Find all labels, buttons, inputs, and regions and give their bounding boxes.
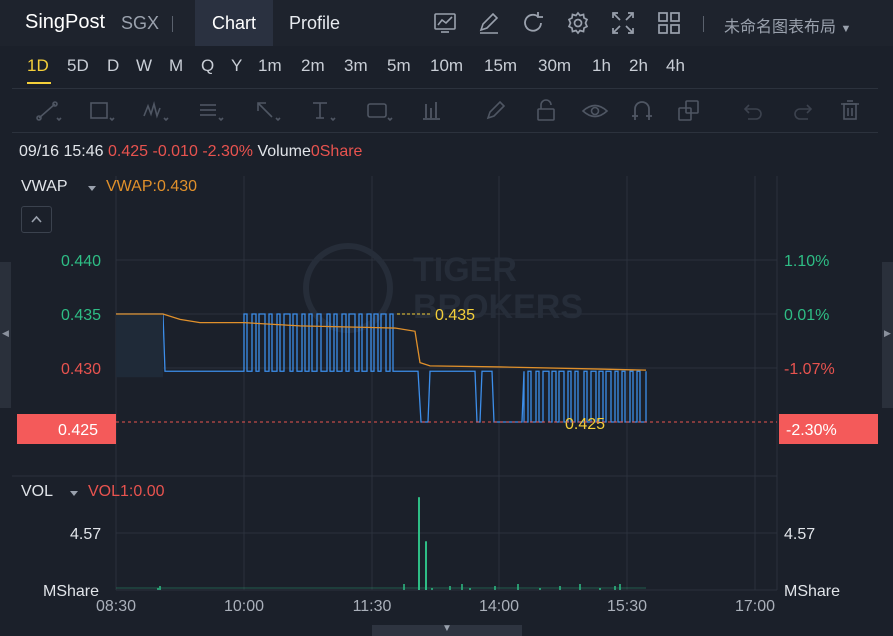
right-panel-handle[interactable]: ▶ [882, 262, 893, 408]
price-chart[interactable]: TIGERBROKERS 0.4350.425 0.4400.4350.4301… [0, 0, 893, 636]
x-tick: 11:30 [353, 598, 392, 615]
y-tick-right: -1.07% [784, 361, 835, 378]
volume-unit-right: MShare [784, 583, 840, 600]
x-tick: 15:30 [607, 598, 647, 615]
x-tick: 14:00 [479, 598, 519, 615]
current-price-label-right: -2.30% [786, 422, 837, 439]
y-tick-right: 0.01% [784, 307, 829, 324]
high-marker-label: 0.435 [435, 307, 475, 324]
y-tick-left: 0.440 [61, 253, 101, 270]
x-tick: 08:30 [96, 598, 136, 615]
y-tick-right: 1.10% [784, 253, 829, 270]
left-panel-handle[interactable]: ◀ [0, 262, 11, 408]
chevron-down-icon[interactable] [70, 491, 78, 496]
chevron-down-icon: ▼ [442, 623, 452, 634]
x-tick: 17:00 [735, 598, 775, 615]
volume-series [116, 497, 646, 590]
chevron-left-icon: ◀ [2, 328, 9, 338]
chevron-down-icon[interactable] [88, 186, 96, 191]
volume-tick-right: 4.57 [784, 526, 815, 543]
chevron-right-icon: ▶ [884, 328, 891, 338]
price-area-fill [116, 314, 163, 378]
low-marker-label: 0.425 [565, 416, 605, 433]
indicator-vol-value: VOL1:0.00 [88, 483, 165, 500]
indicator-vol-name[interactable]: VOL [21, 483, 53, 501]
indicator-vwap-value: VWAP:0.430 [106, 178, 198, 195]
chart-grid [12, 176, 778, 591]
current-price-label-left: 0.425 [58, 422, 98, 439]
chevron-up-icon [31, 215, 42, 223]
watermark-text: TIGER [413, 251, 517, 289]
volume-tick-left: 4.57 [70, 526, 101, 543]
y-tick-left: 0.430 [61, 361, 101, 378]
collapse-button[interactable] [21, 206, 52, 233]
x-tick: 10:00 [224, 598, 264, 615]
y-tick-left: 0.435 [61, 307, 101, 324]
bottom-panel-handle[interactable]: ▼ [372, 623, 522, 636]
volume-unit-left: MShare [43, 583, 99, 600]
indicator-vwap-name[interactable]: VWAP [21, 178, 68, 196]
